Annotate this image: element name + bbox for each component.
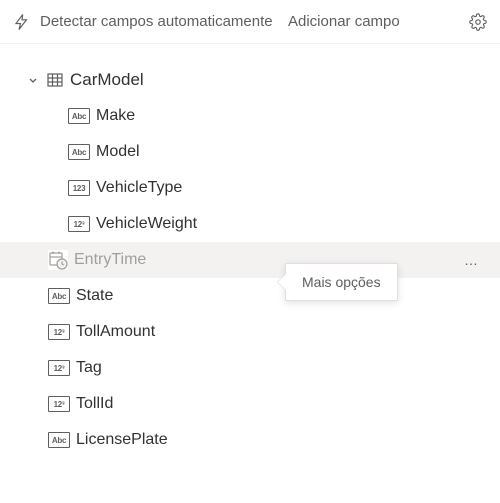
more-options-tooltip: Mais opções [285, 263, 398, 301]
text-type-icon: Abc [68, 108, 90, 124]
chevron-down-icon[interactable] [26, 73, 40, 87]
field-label: State [76, 287, 113, 304]
field-make[interactable]: Abc Make [0, 98, 500, 134]
more-options-button[interactable]: … [456, 248, 488, 272]
field-label: EntryTime [74, 251, 146, 269]
decimal-type-icon: 12³ [68, 216, 90, 232]
field-tree: CarModel Abc Make Abc Model 123 VehicleT… [0, 44, 500, 458]
field-state[interactable]: Abc State [0, 278, 500, 314]
detect-fields-label[interactable]: Detectar campos automaticamente [40, 13, 488, 30]
field-licenseplate[interactable]: Abc LicensePlate [0, 422, 500, 458]
table-icon [46, 71, 64, 89]
text-type-icon: Abc [68, 144, 90, 160]
datetime-type-icon [48, 250, 68, 270]
root-label: CarModel [70, 70, 144, 90]
field-vehicletype[interactable]: 123 VehicleType [0, 170, 500, 206]
tree-root-carmodel[interactable]: CarModel [0, 62, 500, 98]
tooltip-label: Mais opções [302, 274, 381, 290]
field-tag[interactable]: 12³ Tag [0, 350, 500, 386]
decimal-type-icon: 12³ [48, 396, 70, 412]
field-label: TollId [76, 395, 113, 413]
field-tollid[interactable]: 12³ TollId [0, 386, 500, 422]
bolt-icon[interactable] [12, 12, 32, 32]
field-label: LicensePlate [76, 431, 168, 449]
decimal-type-icon: 12³ [48, 360, 70, 376]
field-label: Tag [76, 359, 102, 377]
field-entrytime[interactable]: EntryTime … [0, 242, 500, 278]
field-label: Model [96, 143, 140, 161]
decimal-type-icon: 12³ [48, 324, 70, 340]
field-label: VehicleWeight [96, 215, 197, 233]
number-type-icon: 123 [68, 180, 90, 196]
text-type-icon: Abc [48, 288, 70, 304]
add-field-label[interactable]: Adicionar campo [288, 13, 400, 30]
field-label: Make [96, 107, 135, 125]
toolbar: Detectar campos automaticamente Adiciona… [0, 0, 500, 44]
field-tollamount[interactable]: 12³ TollAmount [0, 314, 500, 350]
gear-icon[interactable] [468, 12, 488, 32]
field-label: VehicleType [96, 179, 182, 197]
field-vehicleweight[interactable]: 12³ VehicleWeight [0, 206, 500, 242]
text-type-icon: Abc [48, 432, 70, 448]
field-label: TollAmount [76, 323, 155, 341]
field-model[interactable]: Abc Model [0, 134, 500, 170]
